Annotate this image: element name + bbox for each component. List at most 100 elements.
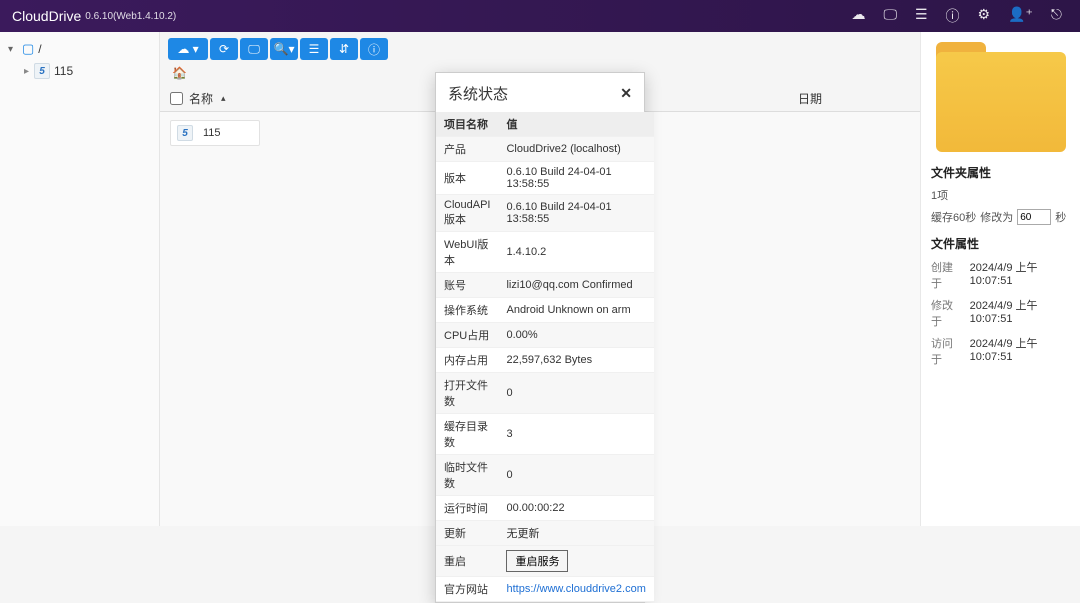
brand-name: CloudDrive: [12, 8, 81, 24]
status-row: 更新无更新: [436, 521, 654, 546]
cloud-115-icon: 5: [34, 63, 50, 79]
created-key: 创建于: [931, 259, 964, 291]
tree-view-button[interactable]: ⇵: [330, 38, 358, 60]
status-key: 产品: [436, 137, 498, 162]
status-row: CloudAPI版本0.6.10 Build 24-04-01 13:58:55: [436, 195, 654, 232]
home-icon[interactable]: 🏠: [172, 66, 187, 80]
status-val: 22,597,632 Bytes: [498, 348, 653, 373]
status-row: 内存占用22,597,632 Bytes: [436, 348, 654, 373]
sidebar-tree: ▾ ▢ / ▸ 5 115: [0, 32, 160, 526]
file-tile-115[interactable]: 5 115: [170, 120, 260, 146]
status-val: 0: [498, 373, 653, 414]
folder-item-count: 1项: [921, 185, 1080, 205]
status-table: 项目名称 值 产品CloudDrive2 (localhost)版本0.6.10…: [436, 112, 654, 602]
header-icon-bar: ☁ 🖵 ☰ ⓘ ⚙ 👤⁺ ⎋: [851, 6, 1068, 26]
logout-icon[interactable]: ⎋: [1051, 6, 1062, 26]
cloud-115-icon: 5: [177, 125, 193, 141]
cache-seconds-input[interactable]: [1017, 209, 1051, 225]
brand-version: 0.6.10(Web1.4.10.2): [85, 11, 176, 22]
app-header: CloudDrive 0.6.10(Web1.4.10.2) ☁ 🖵 ☰ ⓘ ⚙…: [0, 0, 1080, 32]
folder-icon: ▢: [22, 41, 34, 57]
caret-right-icon[interactable]: ▸: [24, 66, 34, 77]
status-button[interactable]: ⓘ: [360, 38, 388, 60]
folder-large-icon: [936, 42, 1066, 152]
tree-child-115[interactable]: ▸ 5 115: [4, 60, 155, 82]
status-key: 运行时间: [436, 496, 498, 521]
cache-setting: 缓存60秒 修改为 秒: [921, 205, 1080, 229]
caret-down-icon[interactable]: ▾: [8, 44, 18, 55]
status-val: lizi10@qq.com Confirmed: [498, 273, 653, 298]
created-row: 创建于 2024/4/9 上午10:07:51: [921, 256, 1080, 294]
status-row: 版本0.6.10 Build 24-04-01 13:58:55: [436, 162, 654, 195]
status-row: 运行时间00.00:00:22: [436, 496, 654, 521]
status-key: 账号: [436, 273, 498, 298]
status-val: 3: [498, 414, 653, 455]
list-view-button[interactable]: ☰: [300, 38, 328, 60]
status-row: 操作系统Android Unknown on arm: [436, 298, 654, 323]
toolbar: ☁ ▾ ⟳ 🖵 🔍▾ ☰ ⇵ ⓘ: [160, 32, 920, 60]
cache-prefix: 缓存60秒: [931, 209, 976, 225]
status-key: 版本: [436, 162, 498, 195]
status-val: 0.6.10 Build 24-04-01 13:58:55: [498, 162, 653, 195]
select-all-checkbox[interactable]: [170, 92, 183, 105]
site-key: 官方网站: [436, 577, 498, 602]
status-val: 00.00:00:22: [498, 496, 653, 521]
cloud-icon[interactable]: ☁: [851, 6, 865, 26]
status-key: 操作系统: [436, 298, 498, 323]
status-row: CPU占用0.00%: [436, 323, 654, 348]
watermark-badge-icon: 值: [948, 492, 974, 518]
restart-service-button[interactable]: 重启服务: [506, 550, 568, 572]
accessed-row: 访问于 2024/4/9 上午10:07:51: [921, 332, 1080, 370]
status-row: 打开文件数0: [436, 373, 654, 414]
status-key: CloudAPI版本: [436, 195, 498, 232]
restart-key: 重启: [436, 546, 498, 577]
modified-val: 2024/4/9 上午10:07:51: [970, 297, 1070, 329]
th-key: 项目名称: [436, 112, 498, 137]
settings-icon[interactable]: ⚙: [978, 6, 991, 26]
status-key: 缓存目录数: [436, 414, 498, 455]
refresh-button[interactable]: ⟳: [210, 38, 238, 60]
modified-row: 修改于 2024/4/9 上午10:07:51: [921, 294, 1080, 332]
cache-suffix: 秒: [1055, 209, 1066, 225]
status-row: 账号lizi10@qq.com Confirmed: [436, 273, 654, 298]
accessed-key: 访问于: [931, 335, 964, 367]
file-props-title: 文件属性: [921, 229, 1080, 256]
status-row: 产品CloudDrive2 (localhost): [436, 137, 654, 162]
add-user-icon[interactable]: 👤⁺: [1008, 6, 1033, 26]
info-icon[interactable]: ⓘ: [946, 6, 960, 26]
status-row: WebUI版本1.4.10.2: [436, 232, 654, 273]
status-val: 0: [498, 455, 653, 496]
folder-props-title: 文件夹属性: [921, 158, 1080, 185]
status-val: 0.6.10 Build 24-04-01 13:58:55: [498, 195, 653, 232]
search-dropdown-button[interactable]: 🔍▾: [270, 38, 298, 60]
official-site-link[interactable]: https://www.clouddrive2.com: [506, 583, 645, 595]
status-key: 内存占用: [436, 348, 498, 373]
sort-asc-icon: ▴: [221, 93, 226, 104]
status-key: WebUI版本: [436, 232, 498, 273]
tree-root-label: /: [38, 42, 41, 56]
system-status-modal: 系统状态 ✕ 项目名称 值 产品CloudDrive2 (localhost)版…: [435, 72, 645, 603]
properties-panel: 文件夹属性 1项 缓存60秒 修改为 秒 文件属性 创建于 2024/4/9 上…: [920, 32, 1080, 526]
status-val: 0.00%: [498, 323, 653, 348]
th-val: 值: [498, 112, 653, 137]
column-name-header[interactable]: 名称: [189, 90, 213, 107]
close-icon[interactable]: ✕: [620, 85, 632, 102]
cloud-dropdown-button[interactable]: ☁ ▾: [168, 38, 208, 60]
column-date-header[interactable]: 日期: [710, 90, 910, 107]
status-row: 临时文件数0: [436, 455, 654, 496]
status-val: CloudDrive2 (localhost): [498, 137, 653, 162]
status-row: 缓存目录数3: [436, 414, 654, 455]
modal-title: 系统状态: [448, 83, 508, 104]
created-val: 2024/4/9 上午10:07:51: [970, 259, 1070, 291]
status-val: 无更新: [498, 521, 653, 546]
modified-key: 修改于: [931, 297, 964, 329]
cache-change-label: 修改为: [980, 209, 1013, 225]
status-key: 临时文件数: [436, 455, 498, 496]
display-button[interactable]: 🖵: [240, 38, 268, 60]
tasks-icon[interactable]: ☰: [915, 6, 928, 26]
tree-child-label: 115: [54, 64, 73, 78]
monitor-icon[interactable]: 🖵: [883, 6, 897, 26]
status-val: 1.4.10.2: [498, 232, 653, 273]
tree-root[interactable]: ▾ ▢ /: [4, 38, 155, 60]
status-key: 打开文件数: [436, 373, 498, 414]
